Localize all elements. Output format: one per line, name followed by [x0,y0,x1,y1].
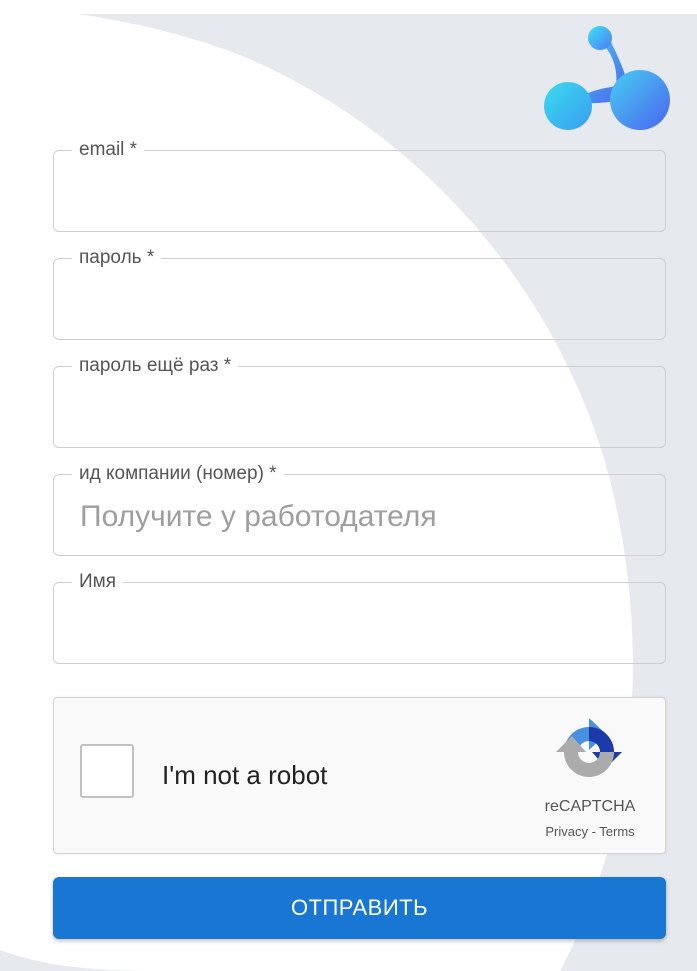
name-field[interactable]: Имя [53,570,666,664]
email-label: email * [72,138,145,162]
email-field[interactable]: email * [53,138,666,232]
company-id-field[interactable]: ид компании (номер) * [53,462,666,556]
password-field[interactable]: пароль * [53,246,666,340]
company-id-input[interactable] [80,497,640,537]
recaptcha-links: Privacy - Terms [524,823,656,841]
recaptcha-label: I'm not a robot [162,760,328,790]
recaptcha-brand: reCAPTCHA [544,798,636,815]
terms-link[interactable]: Terms [599,824,634,839]
name-label: Имя [72,570,124,594]
password-confirm-field[interactable]: пароль ещё раз * [53,354,666,448]
recaptcha-checkbox[interactable] [80,744,134,798]
recaptcha-widget: I'm not a robot reCAPTCHA Privacy - Term… [53,697,666,854]
submit-button[interactable]: ОТПРАВИТЬ [53,877,666,939]
links-separator: - [587,824,600,839]
signup-page: email * пароль * пароль ещё раз * ид ком… [0,0,697,971]
email-input[interactable] [80,173,640,213]
molecule-logo-icon [544,26,670,130]
password-label: пароль * [72,246,162,270]
privacy-link[interactable]: Privacy [545,824,588,839]
recaptcha-icon [556,718,622,777]
name-input[interactable] [80,605,640,645]
company-id-label: ид компании (номер) * [72,462,284,486]
password-confirm-label: пароль ещё раз * [72,354,239,378]
password-input[interactable] [80,281,640,321]
password-confirm-input[interactable] [80,389,640,429]
